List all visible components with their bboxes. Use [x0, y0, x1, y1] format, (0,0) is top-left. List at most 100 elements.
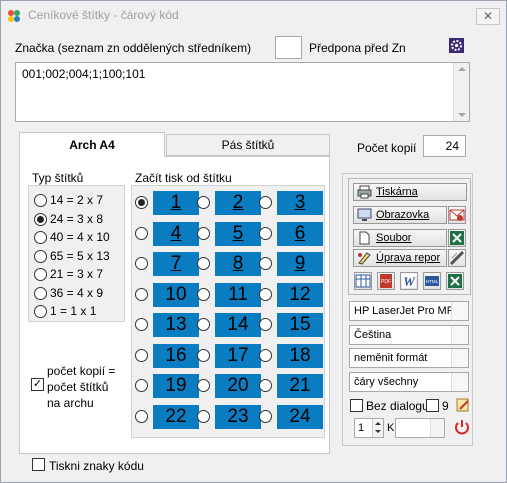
language-select[interactable]: Čeština	[349, 325, 469, 345]
start-cell[interactable]: 4	[153, 221, 199, 246]
start-radio[interactable]	[197, 287, 210, 301]
scroll-up-icon[interactable]	[458, 67, 466, 71]
start-cell[interactable]: 9	[277, 252, 323, 276]
pdf-export-button[interactable]: PDF	[377, 272, 395, 290]
start-radio[interactable]	[259, 409, 272, 423]
start-cell[interactable]: 17	[215, 343, 261, 368]
start-cell[interactable]: 19	[153, 374, 199, 398]
start-cell[interactable]: 3	[277, 191, 323, 215]
word-export-button[interactable]: W	[400, 272, 418, 290]
start-radio[interactable]	[197, 318, 210, 331]
chevron-down-icon[interactable]	[451, 373, 468, 391]
screen-button[interactable]: Obrazovka	[353, 206, 447, 224]
codes-textarea[interactable]: 001;002;004;1;100;101	[15, 62, 470, 122]
lines-select[interactable]: čáry všechny	[349, 372, 469, 392]
label-type-option-label: 21 = 3 x 7	[50, 267, 104, 281]
start-cell[interactable]: 24	[277, 404, 323, 429]
excel-export-button[interactable]	[446, 272, 464, 290]
chevron-down-icon[interactable]	[451, 326, 468, 344]
chevron-down-icon[interactable]	[430, 419, 444, 437]
start-radio[interactable]	[259, 348, 272, 362]
start-radio[interactable]	[259, 287, 272, 301]
spin-up-icon[interactable]	[375, 422, 381, 425]
start-radio[interactable]	[197, 257, 210, 270]
start-cell[interactable]: 13	[153, 313, 199, 337]
start-radio[interactable]	[197, 348, 210, 362]
k-select[interactable]	[395, 418, 445, 438]
label-type-radio[interactable]	[34, 194, 47, 207]
start-cell[interactable]: 16	[153, 343, 199, 368]
format-select[interactable]: neměnit formát	[349, 348, 469, 368]
html-export-button[interactable]: HTML	[423, 272, 441, 290]
start-cell[interactable]: 20	[215, 374, 261, 398]
start-radio[interactable]	[135, 348, 148, 362]
email-button[interactable]	[448, 206, 466, 224]
start-cell[interactable]: 7	[153, 252, 199, 276]
start-cell[interactable]: 18	[277, 343, 323, 368]
start-cell[interactable]: 1	[153, 191, 199, 215]
start-cell[interactable]: 23	[215, 404, 261, 429]
start-radio[interactable]	[197, 196, 210, 209]
printer-select[interactable]: HP LaserJet Pro MFP	[349, 301, 469, 321]
start-cell[interactable]: 12	[277, 282, 323, 307]
spin-down-icon[interactable]	[375, 430, 381, 433]
start-radio[interactable]	[259, 257, 272, 270]
power-icon[interactable]	[453, 418, 471, 436]
start-radio[interactable]	[259, 196, 272, 209]
gear-icon[interactable]	[449, 38, 464, 53]
excel-button[interactable]	[448, 229, 466, 247]
start-radio[interactable]	[135, 257, 148, 270]
start-radio[interactable]	[197, 226, 210, 240]
start-cell[interactable]: 11	[215, 282, 261, 307]
label-type-radio[interactable]	[34, 212, 47, 226]
copies-spinner[interactable]: 1	[354, 418, 384, 438]
label-type-radio[interactable]	[34, 249, 47, 263]
copies-input[interactable]: 24	[423, 135, 466, 157]
email-icon	[449, 209, 465, 221]
start-radio[interactable]	[259, 379, 272, 392]
spinner-arrows[interactable]	[372, 419, 383, 437]
start-cell[interactable]: 15	[277, 313, 323, 337]
start-radio[interactable]	[197, 379, 210, 392]
textarea-scrollbar[interactable]	[453, 63, 469, 121]
start-radio[interactable]	[197, 409, 210, 423]
tab-label-strip[interactable]: Pás štítků	[166, 134, 330, 156]
label-type-radio[interactable]	[34, 231, 47, 244]
start-radio[interactable]	[135, 318, 148, 331]
tab-arch-a4[interactable]: Arch A4	[19, 132, 165, 157]
start-radio[interactable]	[259, 318, 272, 331]
label-type-radio[interactable]	[34, 305, 47, 318]
start-radio[interactable]	[135, 379, 148, 392]
edit-report-button[interactable]: Úprava repor	[353, 249, 447, 267]
start-radio[interactable]	[135, 196, 148, 209]
scroll-down-icon[interactable]	[458, 113, 466, 117]
start-radio[interactable]	[259, 226, 272, 240]
start-cell[interactable]: 10	[153, 282, 199, 307]
start-cell[interactable]: 21	[277, 374, 323, 398]
start-radio[interactable]	[135, 409, 148, 423]
start-cell[interactable]: 6	[277, 221, 323, 246]
no-dialog-checkbox[interactable]	[350, 399, 363, 412]
report-tool-button[interactable]	[448, 249, 466, 267]
start-cell[interactable]: 14	[215, 313, 261, 337]
start-cell[interactable]: 5	[215, 221, 261, 246]
label-type-radio[interactable]	[34, 268, 47, 281]
close-button[interactable]: ✕	[476, 8, 500, 25]
file-button[interactable]: Soubor	[353, 229, 447, 247]
print-chars-checkbox[interactable]	[32, 458, 45, 471]
window-title: Ceníkové štítky - čárový kód	[28, 8, 179, 22]
start-radio[interactable]	[135, 287, 148, 301]
copies-equals-labels-checkbox[interactable]: ✓	[31, 378, 44, 391]
printer-button[interactable]: Tiskárna	[353, 183, 467, 201]
prefix-input[interactable]	[275, 36, 302, 59]
start-cell[interactable]: 22	[153, 404, 199, 429]
start-cell[interactable]: 8	[215, 252, 261, 276]
start-cell[interactable]: 2	[215, 191, 261, 215]
label-type-radio[interactable]	[34, 286, 47, 300]
start-radio[interactable]	[135, 226, 148, 240]
chevron-down-icon[interactable]	[451, 302, 468, 320]
settings-tool-icon[interactable]	[455, 397, 471, 413]
nine-checkbox[interactable]	[426, 399, 439, 412]
table-export-button[interactable]	[354, 272, 372, 290]
chevron-down-icon[interactable]	[451, 349, 468, 367]
